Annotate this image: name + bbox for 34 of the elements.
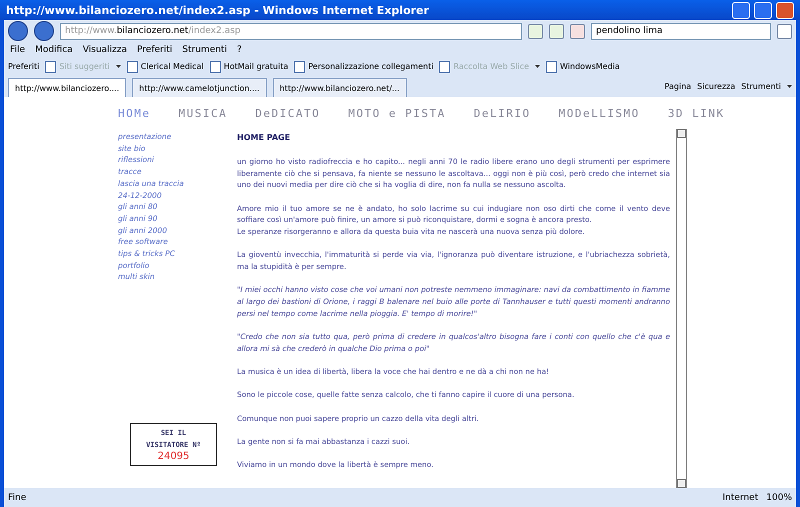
zone-label: Internet (722, 492, 758, 502)
nav-link[interactable]: DeDICATO (255, 107, 320, 129)
favorite-link[interactable]: Clerical Medical (126, 60, 204, 72)
nav-link[interactable]: MUSICA (178, 107, 228, 129)
search-field[interactable]: pendolino lima (591, 22, 771, 40)
nav-link[interactable]: DeLIRIO (474, 107, 531, 129)
menu-item[interactable]: Preferiti (135, 45, 174, 55)
command-menu[interactable]: Strumenti (741, 82, 781, 90)
zoom-level[interactable]: 100% (766, 492, 792, 502)
command-menu[interactable]: Sicurezza (697, 82, 736, 90)
caret-icon[interactable] (787, 84, 792, 88)
counter-value: 24095 (158, 451, 190, 462)
favorites-button[interactable]: Preferiti (8, 62, 40, 71)
menu-item[interactable]: File (8, 45, 28, 55)
nav-link[interactable]: 3D LINK (668, 107, 725, 129)
menu-item[interactable]: Visualizza (80, 45, 130, 55)
close-button[interactable] (776, 2, 794, 18)
nav-link[interactable]: HOMe (118, 107, 150, 129)
favorite-link[interactable]: HotMail gratuita (210, 60, 288, 72)
window-title: http://www.bilanciozero.net/index2.asp - Windows Internet Explorer (6, 4, 430, 16)
menu-item[interactable]: ? (234, 45, 244, 55)
browser-tab[interactable]: http://www.bilanciozero.... (8, 78, 126, 97)
favorite-link[interactable]: Personalizzazione collegamenti (294, 60, 434, 72)
browser-tab[interactable]: http://www.camelotjunction.... (132, 78, 267, 97)
address-field[interactable]: http://www.bilanciozero.net/index2.asp (60, 22, 522, 40)
favorite-link[interactable]: WindowsMedia (546, 60, 620, 72)
nav-link[interactable]: MODeLLISMO (558, 107, 640, 129)
browser-tab[interactable]: http://www.bilanciozero.net/... (272, 78, 407, 97)
nav-link[interactable]: MOTO e PISTA (348, 107, 446, 129)
page-heading: HOME PAGE (237, 133, 292, 142)
menu-item[interactable]: Strumenti (180, 45, 229, 55)
command-menu[interactable]: Pagina (664, 82, 692, 90)
menu-item[interactable]: Modifica (33, 45, 75, 55)
status-text: Fine (8, 492, 28, 502)
